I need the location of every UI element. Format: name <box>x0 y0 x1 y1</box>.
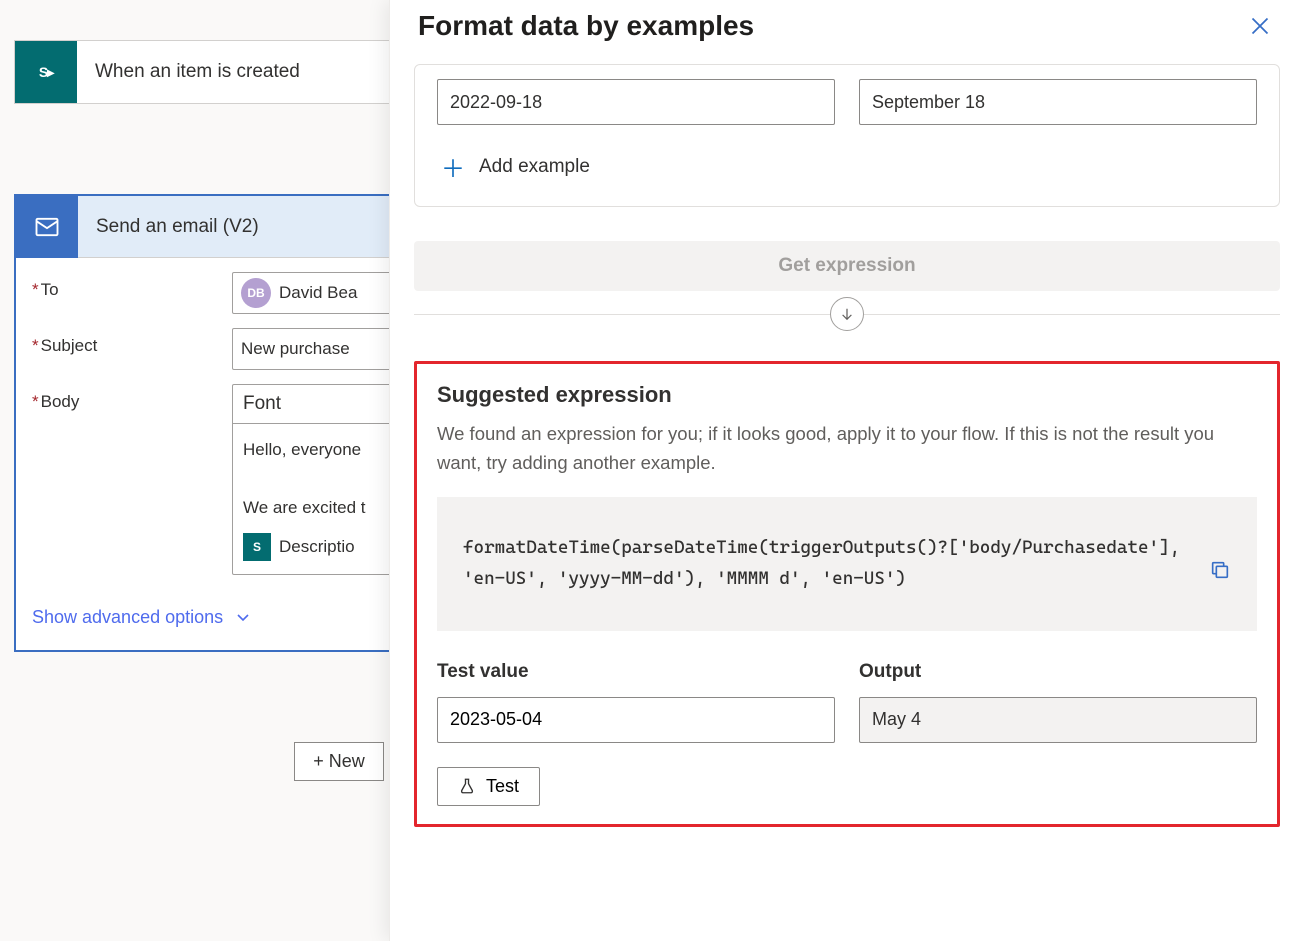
description-token[interactable]: S Descriptio <box>243 533 355 562</box>
flask-icon <box>458 777 476 795</box>
new-step-button[interactable]: + New <box>294 742 384 781</box>
format-data-panel: Format data by examples ＋ Add example Ge… <box>389 0 1304 941</box>
subject-label: *Subject <box>32 328 232 356</box>
chevron-down-icon <box>235 609 251 625</box>
add-example-button[interactable]: ＋ Add example <box>437 149 1257 184</box>
expression-code: formatDateTime(parseDateTime(triggerOutp… <box>463 533 1191 594</box>
down-arrow-icon <box>830 297 864 331</box>
close-button[interactable] <box>1244 10 1276 42</box>
action-title: Send an email (V2) <box>78 216 259 238</box>
sharepoint-token-icon: S <box>243 533 271 561</box>
avatar: DB <box>241 278 271 308</box>
get-expression-button[interactable]: Get expression <box>414 241 1280 291</box>
plus-icon: ＋ <box>441 149 465 184</box>
example-input[interactable] <box>437 79 835 125</box>
suggested-expression-card: Suggested expression We found an express… <box>414 361 1280 827</box>
copy-button[interactable] <box>1209 533 1231 586</box>
examples-card: ＋ Add example <box>414 64 1280 207</box>
test-value-label: Test value <box>437 661 835 683</box>
contact-pill[interactable]: DB David Bea <box>241 278 357 308</box>
example-output[interactable] <box>859 79 1257 125</box>
output-value: May 4 <box>859 697 1257 743</box>
trigger-title: When an item is created <box>77 61 300 83</box>
suggested-heading: Suggested expression <box>437 382 1257 408</box>
sharepoint-icon: S▸ <box>15 41 77 103</box>
contact-name: David Bea <box>279 283 357 303</box>
outlook-icon <box>16 196 78 258</box>
test-value-input[interactable] <box>437 697 835 743</box>
test-button[interactable]: Test <box>437 767 540 806</box>
panel-title: Format data by examples <box>418 10 754 42</box>
body-label: *Body <box>32 384 232 412</box>
suggested-description: We found an expression for you; if it lo… <box>437 420 1257 477</box>
to-label: *To <box>32 272 232 300</box>
output-label: Output <box>859 661 1257 683</box>
